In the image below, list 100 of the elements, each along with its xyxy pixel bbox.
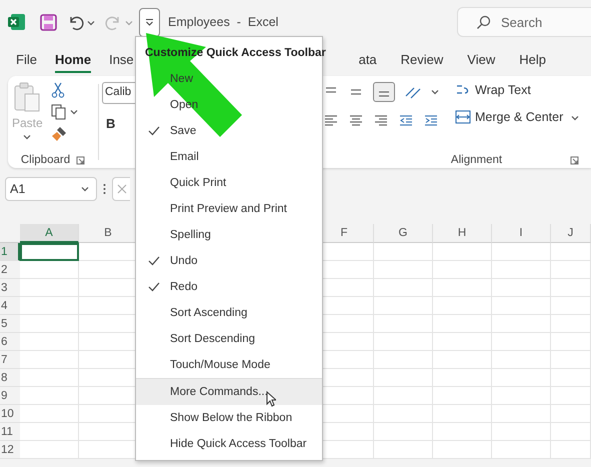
grid-cell[interactable]	[492, 333, 551, 351]
grid-cell[interactable]	[374, 423, 433, 441]
grid-cell[interactable]	[492, 315, 551, 333]
merge-caret-icon[interactable]	[571, 115, 580, 121]
grid-cell[interactable]	[433, 243, 492, 261]
grid-cell[interactable]	[551, 369, 591, 387]
grid-cell[interactable]	[433, 279, 492, 297]
ribbon-tab[interactable]: Help	[519, 48, 546, 70]
row-header[interactable]: 12	[0, 441, 20, 459]
grid-cell[interactable]	[433, 333, 492, 351]
row-header[interactable]: 5	[0, 315, 20, 333]
name-box-caret-icon[interactable]	[81, 186, 89, 192]
grid-cell[interactable]	[433, 441, 492, 459]
column-header[interactable]: I	[492, 224, 551, 243]
grid-cell[interactable]	[374, 369, 433, 387]
undo-caret-icon[interactable]	[87, 20, 95, 26]
redo-caret-icon[interactable]	[125, 20, 133, 26]
grid-cell[interactable]	[492, 405, 551, 423]
grid-cell[interactable]	[492, 279, 551, 297]
grid-cell[interactable]	[433, 297, 492, 315]
row-header[interactable]: 8	[0, 369, 20, 387]
grid-cell[interactable]	[551, 315, 591, 333]
grid-cell[interactable]	[433, 387, 492, 405]
grid-cell[interactable]	[20, 261, 79, 279]
grid-cell[interactable]	[433, 423, 492, 441]
menu-item[interactable]: Touch/Mouse Mode	[136, 352, 322, 378]
grid-cell[interactable]	[492, 261, 551, 279]
grid-cell[interactable]	[20, 369, 79, 387]
grid-cell[interactable]	[20, 441, 79, 459]
menu-item[interactable]: More Commands...	[136, 379, 322, 405]
paintbrush-icon[interactable]	[50, 126, 67, 142]
column-header[interactable]: A	[20, 224, 79, 243]
decrease-indent-icon[interactable]	[398, 114, 414, 128]
grid-cell[interactable]	[551, 387, 591, 405]
column-header[interactable]: B	[79, 224, 138, 243]
row-header[interactable]: 10	[0, 405, 20, 423]
align-icon[interactable]	[348, 114, 364, 128]
menu-item[interactable]: Hide Quick Access Toolbar	[136, 431, 322, 457]
grid-cell[interactable]	[551, 243, 591, 261]
grid-cell[interactable]	[433, 315, 492, 333]
search-field[interactable]: Search	[457, 7, 591, 37]
column-header[interactable]: G	[374, 224, 433, 243]
align-icon[interactable]	[373, 114, 389, 128]
grid-cell[interactable]	[492, 369, 551, 387]
column-header[interactable]: J	[551, 224, 591, 243]
grid-cell[interactable]	[374, 333, 433, 351]
grid-cell[interactable]	[20, 315, 79, 333]
menu-item[interactable]: Undo	[136, 248, 322, 274]
row-header[interactable]: 2	[0, 261, 20, 279]
row-header[interactable]: 4	[0, 297, 20, 315]
grid-cell[interactable]	[374, 315, 433, 333]
merge-center-button[interactable]: Merge & Center	[455, 110, 580, 124]
more-options-icon[interactable]	[103, 183, 106, 195]
grid-cell[interactable]	[492, 297, 551, 315]
ribbon-tab[interactable]: Review	[400, 48, 444, 70]
row-header[interactable]: 9	[0, 387, 20, 405]
grid-cell[interactable]	[374, 441, 433, 459]
cancel-button[interactable]	[112, 177, 130, 201]
excel-logo-icon[interactable]	[8, 13, 26, 31]
save-icon[interactable]	[40, 14, 57, 30]
ribbon-tab[interactable]: View	[467, 48, 496, 70]
dialog-launcher-icon[interactable]	[570, 156, 579, 164]
row-header[interactable]: 1	[0, 243, 20, 261]
grid-cell[interactable]	[551, 261, 591, 279]
grid-cell[interactable]	[492, 243, 551, 261]
grid-cell[interactable]	[374, 387, 433, 405]
bold-button[interactable]: B	[102, 116, 132, 131]
grid-cell[interactable]	[374, 261, 433, 279]
grid-cell[interactable]	[551, 423, 591, 441]
grid-cell[interactable]	[492, 351, 551, 369]
menu-item[interactable]: Show Below the Ribbon	[136, 405, 322, 431]
grid-cell[interactable]	[492, 423, 551, 441]
selected-cell[interactable]	[20, 243, 79, 261]
menu-item[interactable]: Redo	[136, 274, 322, 300]
grid-cell[interactable]	[374, 279, 433, 297]
row-header[interactable]: 3	[0, 279, 20, 297]
menu-item[interactable]: Sort Descending	[136, 326, 322, 352]
copy-icon[interactable]	[50, 104, 66, 120]
grid-cell[interactable]	[551, 279, 591, 297]
grid-cell[interactable]	[20, 297, 79, 315]
grid-cell[interactable]	[551, 333, 591, 351]
grid-cell[interactable]	[551, 297, 591, 315]
grid-cell[interactable]	[433, 261, 492, 279]
grid-cell[interactable]	[551, 441, 591, 459]
row-header[interactable]: 7	[0, 351, 20, 369]
grid-cell[interactable]	[374, 297, 433, 315]
grid-cell[interactable]	[20, 405, 79, 423]
row-header[interactable]: 6	[0, 333, 20, 351]
menu-item[interactable]: Sort Ascending	[136, 300, 322, 326]
grid-cell[interactable]	[492, 387, 551, 405]
grid-cell[interactable]	[374, 405, 433, 423]
grid-cell[interactable]	[551, 351, 591, 369]
column-header[interactable]: H	[433, 224, 492, 243]
select-all-corner[interactable]	[0, 224, 20, 243]
menu-item[interactable]: Save	[136, 118, 322, 144]
menu-item[interactable]: Quick Print	[136, 170, 322, 196]
menu-item[interactable]: Email	[136, 144, 322, 170]
ribbon-tab[interactable]: Inse	[109, 48, 134, 70]
orientation-caret-icon[interactable]	[431, 89, 439, 95]
customize-toolbar-button[interactable]	[139, 8, 160, 36]
